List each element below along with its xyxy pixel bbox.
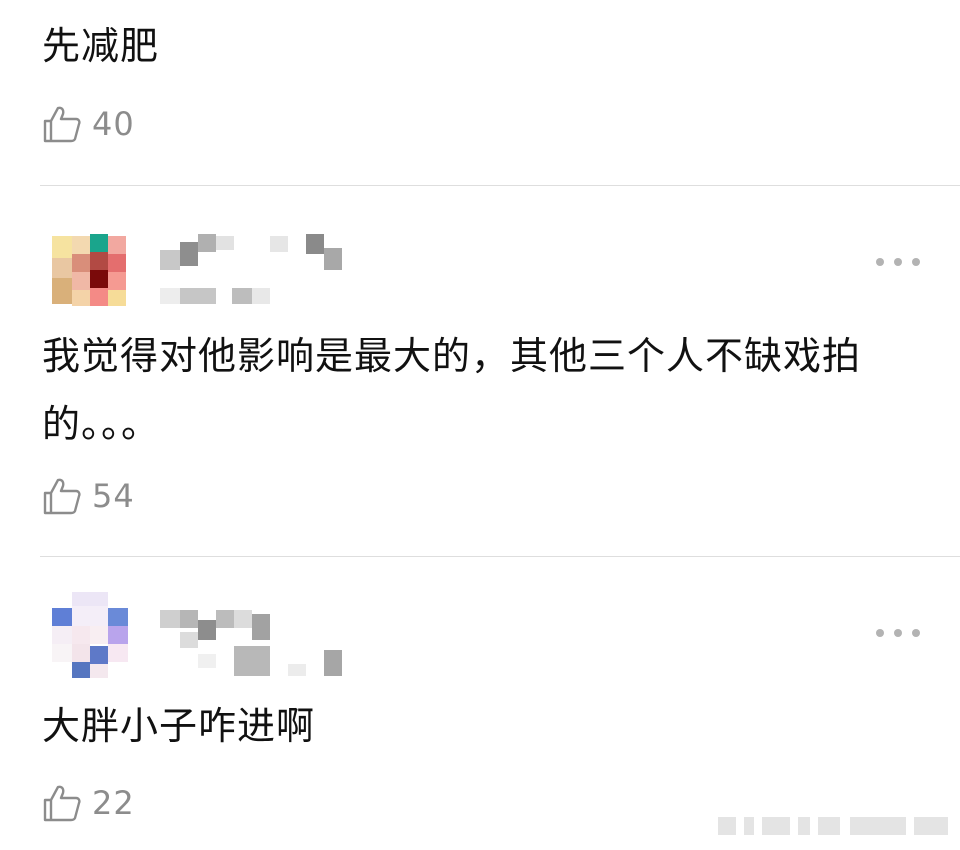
- divider: [40, 185, 960, 186]
- more-options-button[interactable]: [876, 623, 920, 643]
- thumbs-up-icon: [43, 785, 81, 822]
- like-button[interactable]: 54: [42, 474, 135, 518]
- more-dots-icon: [876, 258, 884, 266]
- avatar[interactable]: [52, 592, 130, 678]
- like-count: 40: [92, 105, 135, 143]
- watermark: [718, 815, 954, 837]
- comment-text: 先减肥: [42, 24, 160, 68]
- more-dots-icon: [876, 629, 884, 637]
- avatar[interactable]: [52, 228, 130, 306]
- username[interactable]: [160, 600, 370, 680]
- comment-text: 大胖小子咋进啊: [42, 704, 316, 748]
- like-button[interactable]: 40: [42, 102, 135, 146]
- like-count: 22: [92, 784, 135, 822]
- thumbs-up-icon: [43, 106, 81, 143]
- username[interactable]: [160, 228, 370, 308]
- like-count: 54: [92, 477, 135, 515]
- more-options-button[interactable]: [876, 252, 920, 272]
- thumbs-up-icon: [43, 478, 81, 515]
- comment-text: 我觉得对他影响是最大的，其他三个人不缺戏拍的。。。: [42, 334, 862, 446]
- divider: [40, 556, 960, 557]
- like-button[interactable]: 22: [42, 781, 135, 825]
